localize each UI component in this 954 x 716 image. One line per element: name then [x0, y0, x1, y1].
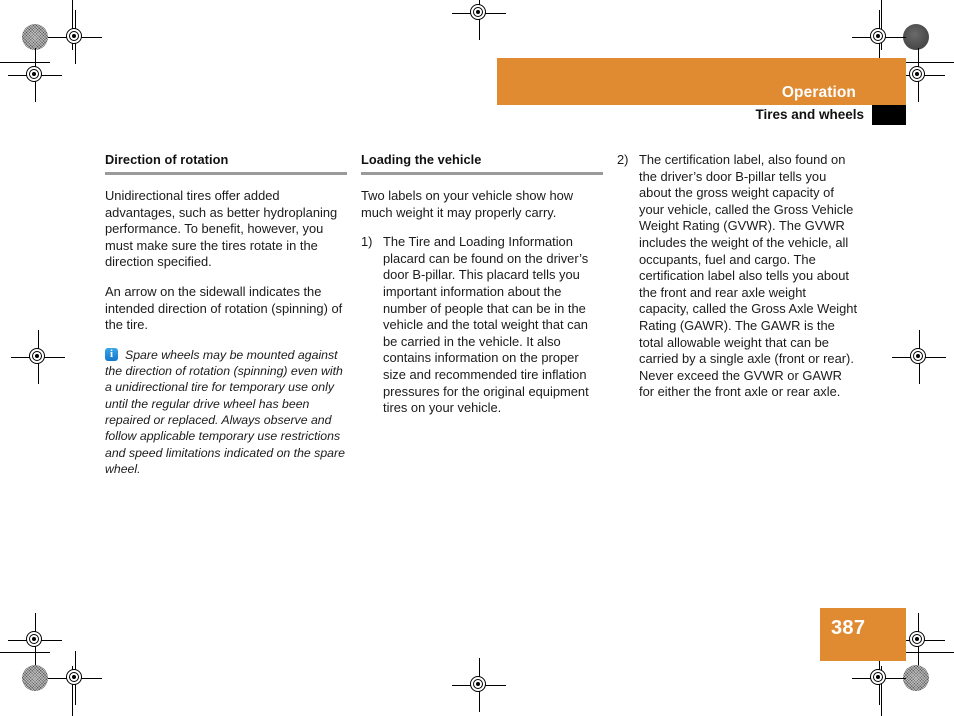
list-item-text: The Tire and Loading Information placard…: [383, 234, 589, 416]
column-2: Loading the vehicle Two labels on your v…: [361, 152, 603, 489]
list-item: 2) The certification label, also found o…: [617, 152, 859, 401]
halftone-dot: [903, 665, 929, 691]
chapter-title: Operation: [781, 84, 856, 101]
heading-rule: [361, 171, 603, 175]
page-body: Direction of rotation Unidirectional tir…: [105, 152, 861, 489]
paragraph: An arrow on the sidewall indicates the i…: [105, 283, 343, 333]
halftone-dot: [22, 24, 48, 50]
section-heading: Loading the vehicle: [361, 152, 482, 167]
registration-target: [8, 613, 62, 667]
registration-target: [48, 10, 102, 64]
registration-target: [892, 330, 946, 384]
list-item: 1) The Tire and Loading Information plac…: [361, 234, 603, 417]
info-icon: [105, 347, 118, 361]
list-item-marker: 2): [617, 152, 629, 167]
registration-target: [8, 48, 62, 102]
paragraph: Unidirectional tires offer added advanta…: [105, 187, 338, 270]
column-3: 2) The certification label, also found o…: [617, 152, 859, 489]
header-accent-bar: Operation: [497, 58, 906, 105]
header-black-block: [872, 105, 906, 125]
column-1: Direction of rotation Unidirectional tir…: [105, 152, 347, 489]
registration-target: [452, 658, 506, 712]
registration-target: [852, 651, 906, 705]
registration-target: [891, 48, 945, 102]
registration-target: [852, 10, 906, 64]
registration-target: [11, 330, 65, 384]
registration-target: [452, 0, 506, 40]
registration-target: [48, 651, 102, 705]
halftone-dot: [903, 24, 929, 50]
page-number-box: 387: [820, 608, 906, 661]
list-item-text: The certification label, also found on t…: [639, 152, 858, 400]
note-block: Spare wheels may be mounted against the …: [105, 347, 347, 477]
paragraph: Two labels on your vehicle show how much…: [361, 187, 574, 220]
registration-target: [891, 613, 945, 667]
section-heading: Direction of rotation: [105, 152, 229, 167]
note-text: Spare wheels may be mounted against the …: [105, 347, 345, 476]
heading-rule: [105, 171, 347, 175]
list-item-marker: 1): [361, 234, 373, 250]
halftone-dot: [22, 665, 48, 691]
page-number: 387: [831, 617, 866, 639]
section-title: Tires and wheels: [755, 107, 864, 122]
